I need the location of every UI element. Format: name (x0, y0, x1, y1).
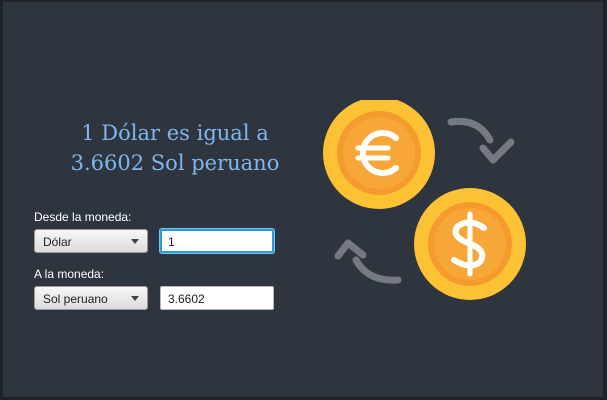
currency-exchange-illustration (323, 100, 526, 300)
result-line-2: 3.6602 Sol peruano (70, 151, 280, 175)
to-currency-select[interactable]: Sol peruano (34, 286, 148, 310)
to-currency-value: Sol peruano (43, 292, 108, 306)
from-currency-value: Dólar (43, 235, 72, 249)
dollar-coin-icon (414, 188, 526, 300)
chevron-down-icon (131, 239, 139, 244)
from-currency-select[interactable]: Dólar (34, 229, 148, 253)
conversion-result-title: 1 Dólar es igual a 3.6602 Sol peruano (30, 118, 320, 178)
window-border-top (0, 0, 607, 2)
from-amount-value: 1 (168, 235, 175, 249)
window-border-right (603, 0, 607, 400)
to-amount-input[interactable]: 3.6602 (160, 286, 274, 310)
result-line-1: 1 Dólar es igual a (81, 121, 269, 145)
from-amount-input[interactable]: 1 (160, 229, 274, 253)
from-currency-label: Desde la moneda: (34, 210, 132, 224)
to-amount-value: 3.6602 (168, 292, 205, 306)
chevron-down-icon (131, 296, 139, 301)
to-currency-label: A la moneda: (34, 267, 105, 281)
window-border-left (0, 0, 3, 400)
euro-coin-icon (323, 100, 435, 209)
